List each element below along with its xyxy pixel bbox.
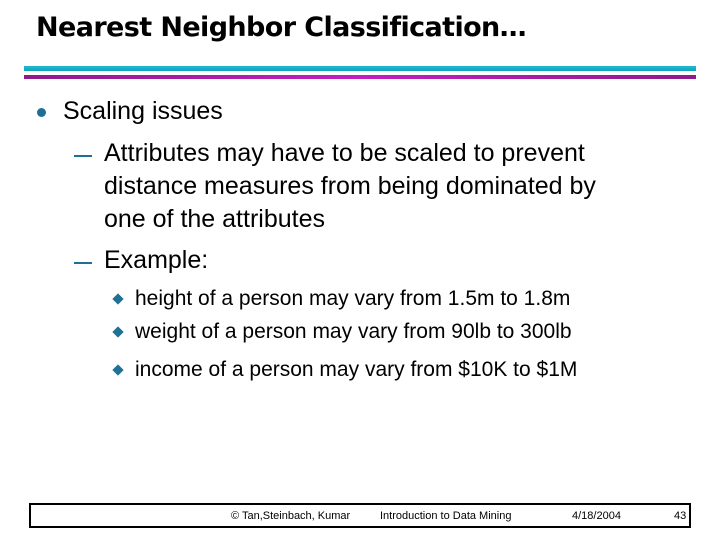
example-height: height of a person may vary from 1.5m to… bbox=[135, 287, 571, 310]
example-weight: weight of a person may vary from 90lb to… bbox=[135, 320, 572, 343]
footer-course: Introduction to Data Mining bbox=[380, 510, 512, 522]
sub-bullet-attributes-line-2: distance measures from being dominated b… bbox=[104, 172, 596, 200]
diamond-bullet-icon bbox=[112, 293, 124, 305]
example-income: income of a person may vary from $10K to… bbox=[135, 358, 578, 381]
dash-bullet-icon bbox=[74, 155, 92, 157]
sub-bullet-example: Example: bbox=[104, 246, 209, 274]
sub-bullet-attributes-line-3: one of the attributes bbox=[104, 205, 325, 233]
slide-title: Nearest Neighbor Classification… bbox=[36, 12, 527, 43]
diamond-bullet-icon bbox=[112, 326, 124, 338]
title-underline-magenta bbox=[24, 75, 696, 79]
dash-bullet-icon bbox=[74, 262, 92, 264]
title-underline-cyan bbox=[24, 66, 696, 71]
bullet-scaling-issues: Scaling issues bbox=[63, 97, 223, 125]
slide-footer: © Tan,Steinbach, Kumar Introduction to D… bbox=[29, 503, 691, 528]
footer-copyright: © Tan,Steinbach, Kumar bbox=[231, 510, 351, 522]
dot-bullet-icon bbox=[37, 108, 46, 117]
footer-date: 4/18/2004 bbox=[572, 510, 621, 522]
diamond-bullet-icon bbox=[112, 364, 124, 376]
footer-page-number: 43 bbox=[674, 510, 687, 522]
sub-bullet-attributes-line-1: Attributes may have to be scaled to prev… bbox=[104, 139, 585, 167]
